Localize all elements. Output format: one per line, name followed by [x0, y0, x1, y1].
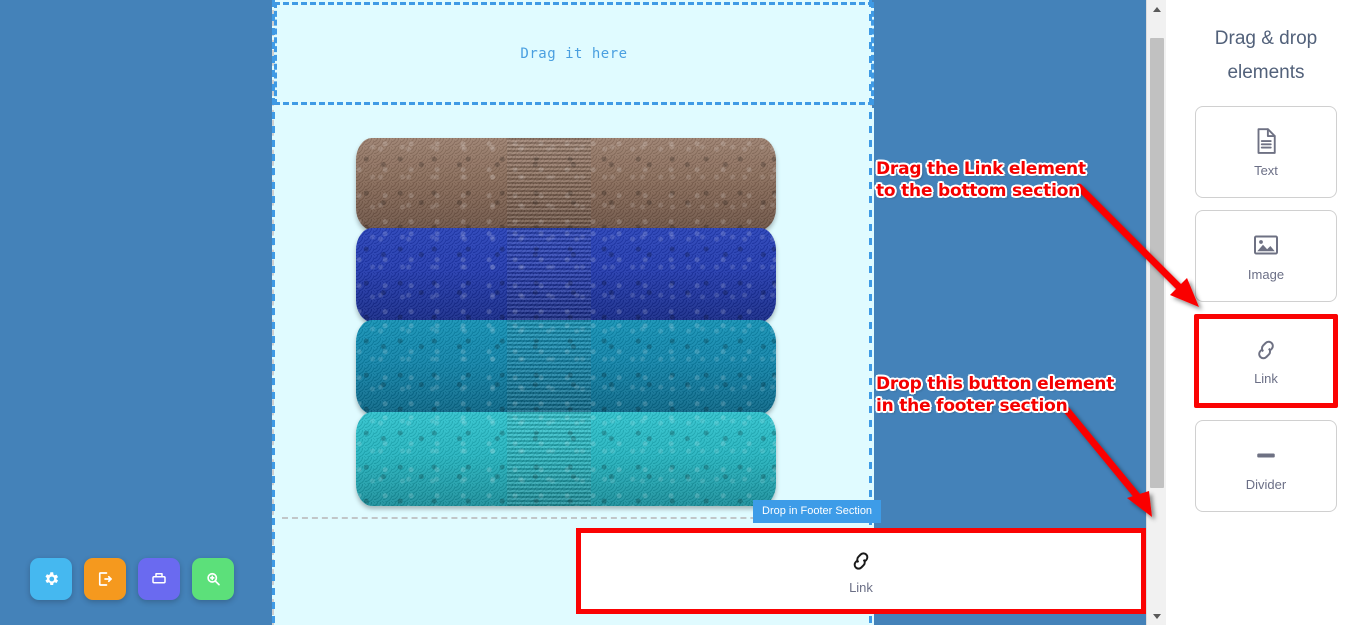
scroll-down-arrow-icon[interactable]	[1147, 607, 1166, 625]
zoom-in-icon	[207, 572, 220, 586]
export-icon	[98, 572, 112, 586]
divider-bar-icon	[1257, 453, 1275, 458]
element-card-image[interactable]: Image	[1195, 210, 1337, 302]
triangle-down-glyph	[1153, 613, 1161, 619]
link-chain-icon	[1258, 340, 1274, 360]
turquoise-towel	[356, 412, 776, 506]
body-section[interactable]: Drop in Footer Section	[274, 108, 882, 523]
towel-band	[507, 138, 592, 230]
towel-stack-image	[356, 138, 776, 506]
settings-button[interactable]	[30, 558, 72, 600]
towel-band	[507, 228, 592, 322]
document-text-icon	[1257, 128, 1276, 154]
scroll-up-arrow-icon[interactable]	[1147, 0, 1166, 18]
callout-drag-link: Drag the Link element to the bottom sect…	[876, 159, 1086, 201]
element-card-label: Text	[1254, 163, 1278, 178]
element-card-text[interactable]: Text	[1195, 106, 1337, 198]
export-button[interactable]	[84, 558, 126, 600]
panel-title: Drag & drop elements	[1214, 28, 1318, 83]
element-card-label: Link	[1254, 371, 1278, 386]
towel-band	[507, 412, 592, 506]
gear-icon	[45, 572, 59, 585]
editor-viewport: Drag it here Drop in Footer Section Link…	[0, 0, 1166, 625]
image-picture-icon	[1254, 235, 1279, 255]
dragged-link-ghost[interactable]: Link	[576, 528, 1146, 614]
zoom-button[interactable]	[192, 558, 234, 600]
drop-in-footer-badge[interactable]: Drop in Footer Section	[753, 500, 882, 523]
triangle-up-glyph	[1153, 6, 1161, 12]
dropzone-label: Drag it here	[520, 45, 628, 62]
header-dropzone[interactable]: Drag it here	[274, 2, 874, 105]
element-card-divider[interactable]: Divider	[1195, 420, 1337, 512]
callout-drop-footer: Drop this button element in the footer s…	[876, 374, 1115, 416]
print-button[interactable]	[138, 558, 180, 600]
link-chain-icon	[853, 551, 869, 570]
floating-action-toolbar	[30, 558, 234, 600]
royal-blue-towel	[356, 228, 776, 322]
element-card-link[interactable]: Link	[1194, 314, 1338, 408]
dragged-ghost-label: Link	[849, 579, 873, 595]
towel-band	[507, 320, 592, 414]
element-card-label: Image	[1247, 267, 1285, 282]
brown-towel	[356, 138, 776, 230]
printer-icon	[152, 573, 166, 584]
canvas-left-edge-accent	[272, 0, 275, 625]
element-card-label: Divider	[1245, 477, 1287, 492]
red-arrow-down-right	[1075, 183, 1199, 307]
red-arrow-down	[1061, 404, 1152, 517]
teal-towel	[356, 320, 776, 414]
